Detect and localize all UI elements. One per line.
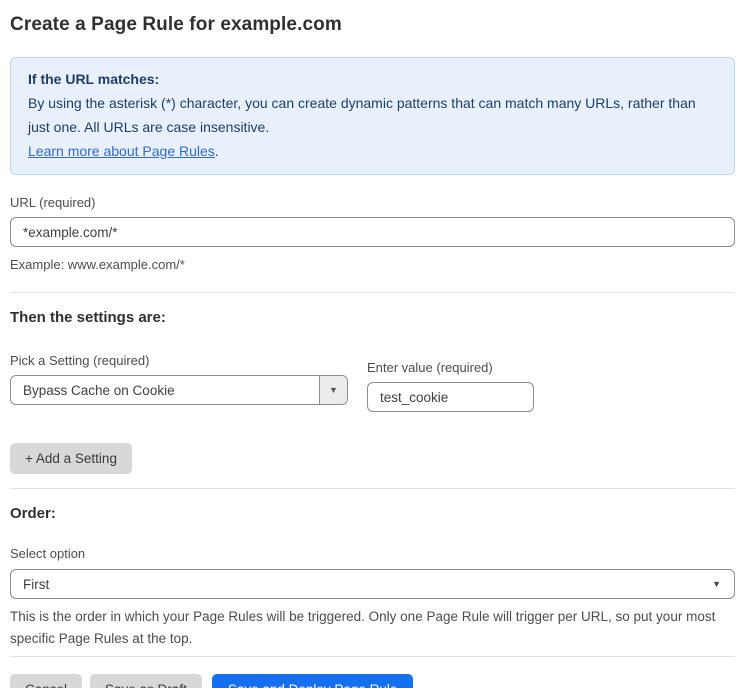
order-select-value: First [11,577,712,592]
pick-setting-field: Pick a Setting (required) Bypass Cache o… [10,353,348,405]
learn-more-link[interactable]: Learn more about Page Rules [28,143,215,159]
divider [10,292,735,293]
create-page-rule-form: Create a Page Rule for example.com If th… [0,0,750,688]
order-select[interactable]: First ▼ [10,569,735,599]
divider [10,656,735,657]
chevron-down-icon: ▼ [712,580,734,589]
settings-section-heading: Then the settings are: [10,309,735,326]
url-input[interactable] [10,217,735,247]
enter-value-field: Enter value (required) [367,360,534,412]
info-box-body: By using the asterisk (*) character, you… [28,91,717,139]
save-deploy-button[interactable]: Save and Deploy Page Rule [212,674,414,688]
setting-select[interactable]: Bypass Cache on Cookie ▼ [10,375,348,405]
order-select-label: Select option [10,546,735,561]
setting-select-value: Bypass Cache on Cookie [11,383,319,398]
chevron-down-icon: ▼ [329,386,338,395]
url-label: URL (required) [10,195,735,210]
url-match-info-box: If the URL matches: By using the asteris… [10,57,735,175]
page-title: Create a Page Rule for example.com [10,14,735,36]
setting-value-input[interactable] [367,382,534,412]
pick-setting-label: Pick a Setting (required) [10,353,348,368]
settings-row: Pick a Setting (required) Bypass Cache o… [10,353,735,412]
order-helper-text: This is the order in which your Page Rul… [10,606,735,650]
save-draft-button[interactable]: Save as Draft [90,674,202,688]
add-setting-button[interactable]: + Add a Setting [10,443,132,474]
order-section-heading: Order: [10,505,735,522]
enter-value-label: Enter value (required) [367,360,534,375]
divider [10,488,735,489]
url-section: URL (required) Example: www.example.com/… [10,195,735,275]
info-box-heading: If the URL matches: [28,67,717,91]
form-actions: Cancel Save as Draft Save and Deploy Pag… [10,674,735,688]
setting-select-arrow-button[interactable]: ▼ [319,376,347,404]
info-box-link-line: Learn more about Page Rules. [28,139,717,163]
url-example-helper: Example: www.example.com/* [10,254,735,275]
cancel-button[interactable]: Cancel [10,674,82,688]
link-period: . [215,143,219,159]
